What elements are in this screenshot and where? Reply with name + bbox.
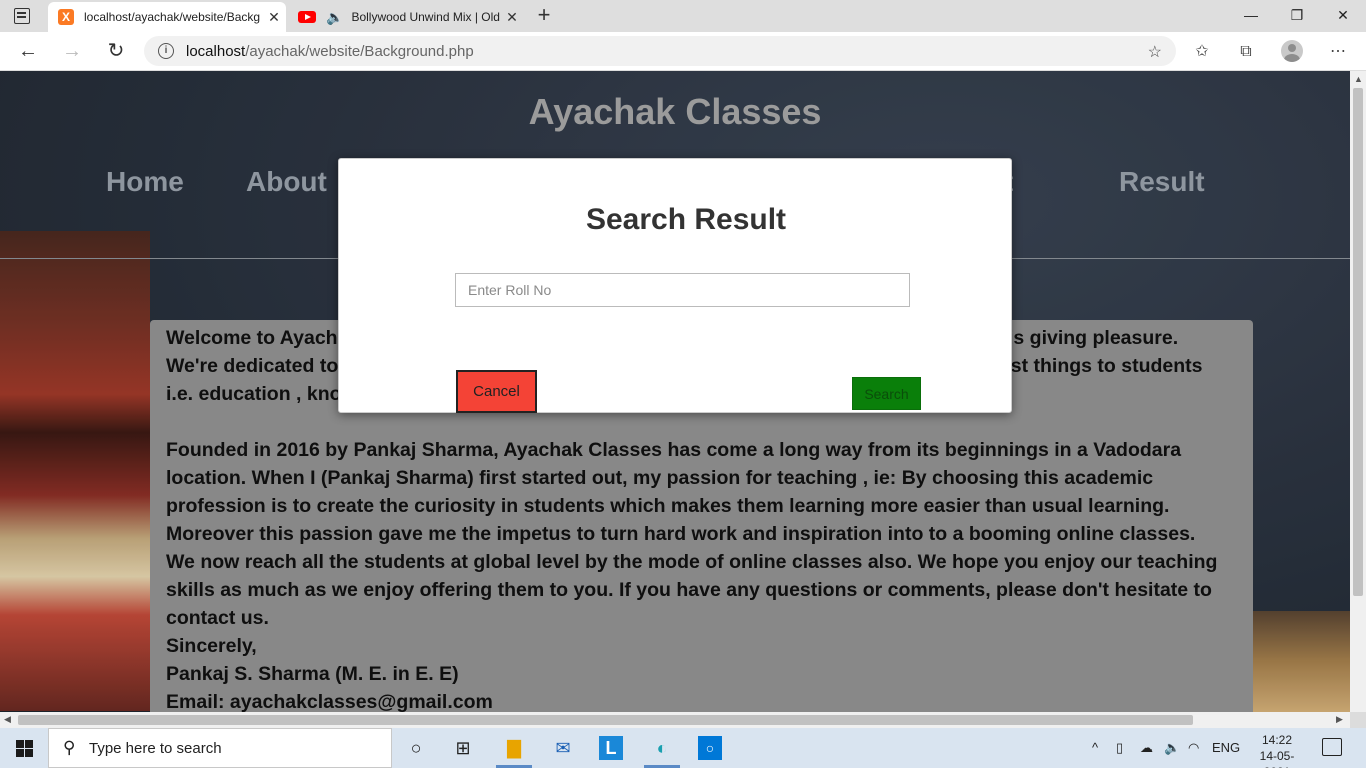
more-menu-icon[interactable]: ⋯ <box>1326 40 1350 64</box>
onedrive-icon[interactable]: ☁ <box>1140 740 1153 756</box>
youtube-favicon-icon <box>298 11 316 23</box>
tab-actions-icon[interactable] <box>14 8 30 24</box>
mail-icon[interactable]: ✉ <box>549 734 577 762</box>
page-viewport: Ayachak Classes Home About t Result Welc… <box>0 71 1350 712</box>
taskbar-search-placeholder: Type here to search <box>89 739 222 757</box>
wifi-icon[interactable]: ◠ <box>1188 740 1199 756</box>
scrollbar-corner <box>1350 712 1366 728</box>
clock-time: 14:22 <box>1261 733 1293 747</box>
clock-date: 14-05-2021 <box>1259 749 1295 768</box>
close-tab-icon[interactable]: ✕ <box>500 9 524 26</box>
start-button[interactable] <box>0 728 48 768</box>
language-indicator[interactable]: ENG <box>1212 740 1240 755</box>
new-tab-button[interactable]: + <box>532 4 556 28</box>
add-favorite-icon[interactable]: ☆ <box>1148 42 1162 62</box>
system-clock[interactable]: 14:22 14-05-2021 <box>1252 732 1302 768</box>
url-host: localhost <box>186 42 246 60</box>
tab-title: localhost/ayachak/website/Backg <box>84 10 261 24</box>
url-path: /ayachak/website/Background.php <box>245 42 474 60</box>
taskbar-search[interactable]: ⚲ Type here to search <box>48 728 392 768</box>
tab-localhost[interactable]: localhost/ayachak/website/Backg ✕ <box>48 2 286 32</box>
browser-tab-strip: localhost/ayachak/website/Backg ✕ 🔈 Boll… <box>0 0 1366 32</box>
file-explorer-icon[interactable]: ▇ <box>500 734 528 762</box>
profile-avatar[interactable] <box>1281 40 1303 62</box>
show-hidden-icons[interactable]: ^ <box>1092 740 1098 755</box>
close-window-button[interactable]: ✕ <box>1320 0 1366 32</box>
search-icon: ⚲ <box>63 738 76 757</box>
store-app-icon[interactable]: ○ <box>698 736 722 760</box>
close-tab-icon[interactable]: ✕ <box>262 9 286 26</box>
roll-no-input[interactable] <box>455 273 910 307</box>
launcher-l-icon[interactable]: L <box>599 736 623 760</box>
back-button[interactable]: ← <box>14 38 42 66</box>
scroll-right-icon[interactable]: ▶ <box>1336 714 1343 725</box>
vertical-scrollbar[interactable]: ▲ <box>1350 71 1366 712</box>
cortana-icon[interactable]: ○ <box>402 734 430 762</box>
speaker-icon[interactable]: 🔈 <box>326 9 343 26</box>
horizontal-scrollbar[interactable]: ◀ ▶ <box>0 712 1350 728</box>
browser-toolbar: ← → ↻ i localhost /ayachak/website/Backg… <box>0 32 1366 71</box>
forward-button[interactable]: → <box>58 38 86 66</box>
xampp-favicon-icon <box>58 9 74 25</box>
edge-browser-icon[interactable]: ◐ <box>648 734 676 762</box>
tab-youtube[interactable]: 🔈 Bollywood Unwind Mix | Old ✕ <box>288 2 524 32</box>
notification-center-icon[interactable] <box>1322 738 1342 756</box>
search-result-modal: Search Result Cancel Search <box>338 158 1012 413</box>
modal-title: Search Result <box>585 203 787 236</box>
tab-title: Bollywood Unwind Mix | Old <box>351 10 500 24</box>
restore-button[interactable]: ❐ <box>1274 0 1320 32</box>
windows-taskbar: ⚲ Type here to search ○ ⊞ ▇ ✉ L ◐ ○ ^ ▯ … <box>0 728 1366 768</box>
volume-icon[interactable]: 🔈 <box>1164 740 1180 756</box>
cancel-button[interactable]: Cancel <box>456 370 537 413</box>
address-bar[interactable]: i localhost /ayachak/website/Background.… <box>144 36 1176 66</box>
site-info-icon[interactable]: i <box>158 43 174 59</box>
minimize-button[interactable]: — <box>1228 0 1274 32</box>
device-icon[interactable]: ▯ <box>1116 740 1123 756</box>
task-view-icon[interactable]: ⊞ <box>449 734 477 762</box>
search-button[interactable]: Search <box>852 377 921 410</box>
vertical-scroll-thumb[interactable] <box>1353 88 1363 596</box>
windows-logo-icon <box>16 740 24 748</box>
favorites-icon[interactable]: ✩ <box>1190 40 1214 64</box>
scroll-up-icon[interactable]: ▲ <box>1354 74 1363 84</box>
refresh-button[interactable]: ↻ <box>102 38 130 66</box>
horizontal-scroll-thumb[interactable] <box>18 715 1193 725</box>
collections-icon[interactable]: ⧉ <box>1234 40 1258 64</box>
scroll-left-icon[interactable]: ◀ <box>4 714 11 725</box>
